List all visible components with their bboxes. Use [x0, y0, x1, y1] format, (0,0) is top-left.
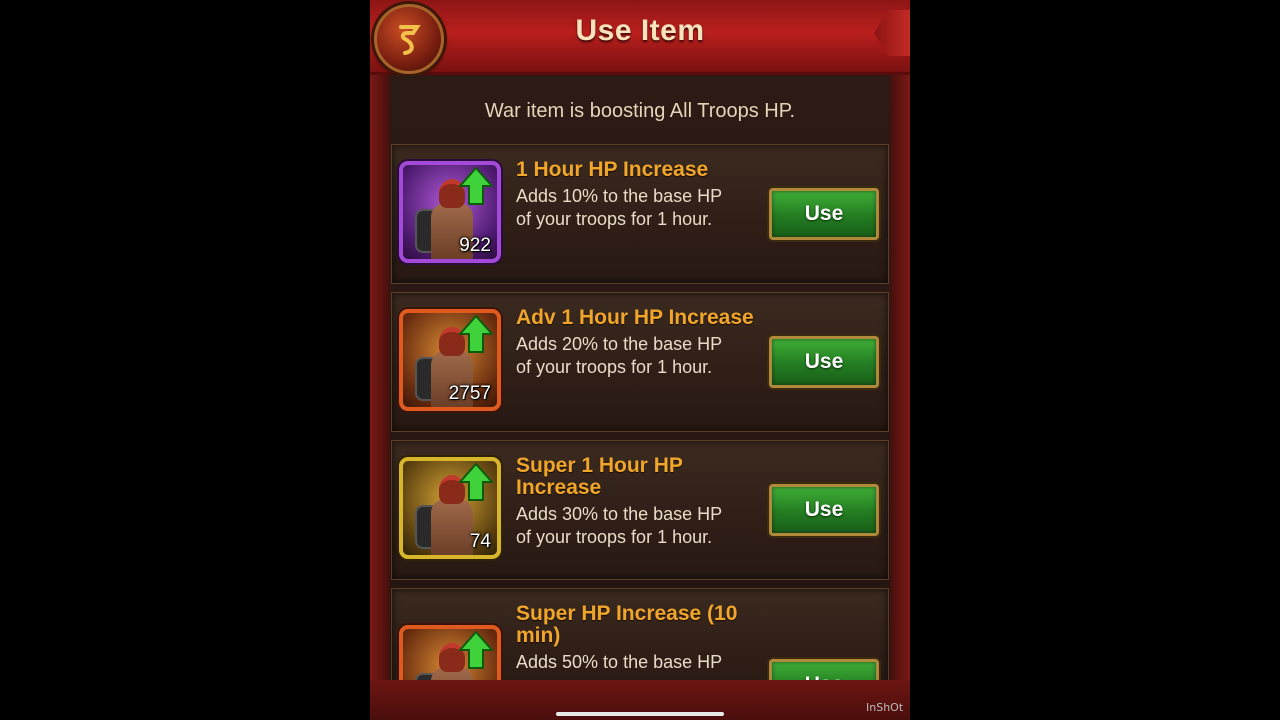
up-arrow-icon: [459, 463, 493, 501]
use-button[interactable]: Use: [769, 336, 879, 388]
item-list-panel: War item is boosting All Troops HP. 922 …: [390, 75, 890, 720]
up-arrow-icon: [459, 631, 493, 669]
game-screen: Use Item War item is boosting All Troops…: [370, 0, 910, 720]
use-button[interactable]: Use: [769, 188, 879, 240]
item-description: Adds 30% to the base HP: [516, 504, 723, 524]
item-description: Adds 10% to the base HP: [516, 186, 723, 206]
item-row: 2757 Adv 1 Hour HP Increase Adds 20% to …: [391, 292, 889, 432]
use-button[interactable]: Use: [769, 484, 879, 536]
page-title: Use Item: [575, 14, 705, 47]
content-frame: War item is boosting All Troops HP. 922 …: [370, 75, 910, 720]
header-bar: Use Item: [370, 0, 910, 75]
up-arrow-icon: [459, 167, 493, 205]
item-title: Super 1 Hour HP Increase: [516, 454, 683, 499]
watermark-text: InShOt: [866, 701, 904, 714]
home-indicator[interactable]: [556, 712, 724, 716]
item-description: of your troops for 1 hour.: [516, 357, 713, 377]
item-count: 2757: [448, 383, 491, 404]
item-title: Adv 1 Hour HP Increase: [516, 306, 754, 329]
item-title: 1 Hour HP Increase: [516, 158, 709, 181]
item-row: 922 1 Hour HP Increase Adds 10% to the b…: [391, 144, 889, 284]
item-description: Adds 50% to the base HP: [516, 652, 723, 672]
item-description: Adds 20% to the base HP: [516, 334, 723, 354]
up-arrow-icon: [459, 315, 493, 353]
item-icon: 922: [399, 161, 501, 263]
item-icon: 74: [399, 457, 501, 559]
item-icon: 2757: [399, 309, 501, 411]
item-count: 74: [469, 531, 491, 552]
item-description: of your troops for 1 hour.: [516, 527, 713, 547]
item-count: 922: [459, 235, 491, 256]
item-description: of your troops for 1 hour.: [516, 209, 713, 229]
item-title: Super HP Increase (10 min): [516, 602, 738, 647]
item-row: 74 Super 1 Hour HP Increase Adds 30% to …: [391, 440, 889, 580]
boost-status-text: War item is boosting All Troops HP.: [484, 100, 796, 122]
